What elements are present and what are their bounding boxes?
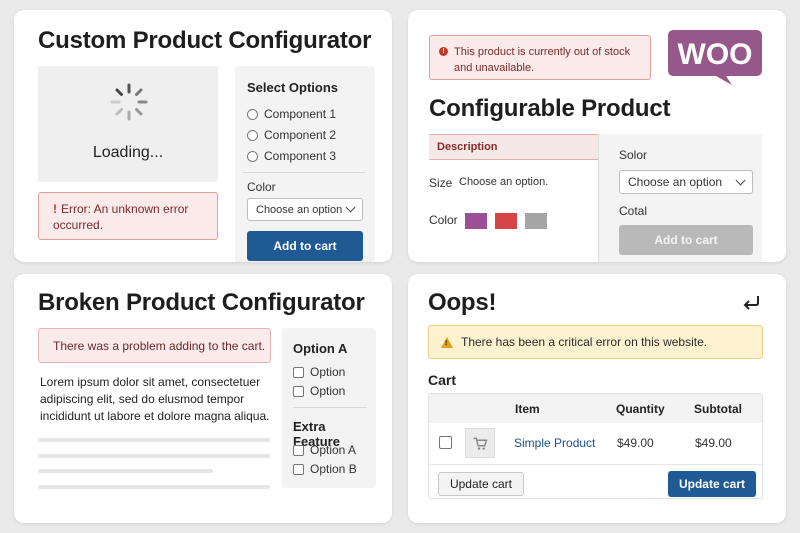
broken-configurator-panel: Broken Product Configurator There was a … (14, 274, 392, 523)
spinner-icon (110, 83, 148, 121)
option-checkbox-2[interactable]: Option (293, 384, 345, 398)
critical-error-notice: ! There has been a critical error on thi… (428, 325, 763, 359)
component-2-radio[interactable]: Component 2 (247, 128, 336, 142)
cotal-label: Cotal (619, 204, 648, 218)
swatch-red[interactable] (495, 213, 517, 229)
notice-text: This product is currently out of stock a… (454, 46, 631, 74)
option-select[interactable]: Choose an option (619, 170, 753, 194)
option-b-checkbox[interactable]: Option B (293, 462, 357, 476)
loading-area: Loading... (38, 66, 218, 182)
row-checkbox[interactable] (439, 436, 452, 449)
configurable-product-panel: ! This product is currently out of stock… (408, 10, 786, 262)
product-link[interactable]: Simple Product (514, 436, 595, 450)
radio-label: Component 1 (264, 107, 337, 121)
page-title: Custom Product Configurator (38, 27, 372, 54)
chevron-down-icon (345, 202, 356, 213)
cart-table: Item Quantity Subtotal Simple Product $4… (428, 393, 763, 499)
add-to-cart-button[interactable]: Add to cart (247, 231, 363, 261)
error-icon: ! (53, 202, 57, 216)
size-label: Size (429, 176, 453, 190)
solor-label: Solor (619, 148, 648, 162)
radio-icon[interactable] (247, 108, 258, 120)
page-title: Broken Product Configurator (38, 289, 365, 316)
options-sidebar: Solor Choose an option Cotal Add to cart (598, 134, 762, 262)
radio-label: Component 2 (264, 128, 337, 142)
page-title: Oops! (428, 289, 497, 316)
option-a-checkbox[interactable]: Option A (293, 443, 356, 457)
option-a-heading: Option A (293, 341, 348, 356)
skeleton-line (38, 469, 213, 473)
skeleton-line (38, 438, 270, 442)
table-row: Simple Product $49.00 $49.00 (429, 423, 762, 465)
component-1-radio[interactable]: Component 1 (247, 107, 336, 121)
quantity-value: $49.00 (617, 436, 654, 450)
select-value: Choose an option (628, 175, 723, 189)
error-text: Error: An unknown error occurred. (53, 202, 189, 232)
swatch-purple[interactable] (465, 213, 487, 229)
error-icon: ! (439, 47, 448, 56)
options-sidebar: Option A Option Option Extra Feature Opt… (282, 328, 376, 488)
size-value: Choose an option. (459, 176, 549, 188)
warning-icon: ! (441, 336, 453, 348)
column-header-item: Item (515, 402, 540, 416)
checkbox-icon[interactable] (293, 385, 304, 397)
description-area: Description Size Choose an option. Color (429, 134, 599, 262)
critical-error-panel: Oops! ! There has been a critical error … (408, 274, 786, 523)
select-value: Choose an option (256, 203, 343, 216)
error-message: ! Error: An unknown error occurred. (38, 192, 218, 240)
checkbox-label: Option (310, 365, 346, 379)
loading-text: Loading... (92, 144, 164, 161)
cart-error-message: There was a problem adding to the cart. (38, 328, 271, 363)
return-icon[interactable] (742, 294, 762, 312)
radio-icon[interactable] (247, 150, 258, 162)
radio-icon[interactable] (247, 129, 258, 141)
column-header-subtotal: Subtotal (694, 402, 742, 416)
skeleton-line (38, 454, 270, 458)
divider (243, 172, 365, 173)
cart-icon (473, 437, 488, 450)
table-header: Item Quantity Subtotal (429, 394, 762, 423)
swatch-gray[interactable] (525, 213, 547, 229)
out-of-stock-notice: ! This product is currently out of stock… (429, 35, 651, 80)
skeleton-line (38, 485, 270, 489)
checkbox-label: Option A (310, 443, 357, 457)
checkbox-icon[interactable] (293, 444, 304, 456)
component-3-radio[interactable]: Component 3 (247, 149, 336, 163)
subtotal-value: $49.00 (695, 436, 732, 450)
woo-logo-text: WOO (678, 38, 753, 71)
woo-logo: WOO (668, 30, 762, 85)
checkbox-icon[interactable] (293, 463, 304, 475)
color-label: Color (429, 213, 458, 227)
notice-text: There has been a critical error on this … (461, 335, 708, 349)
product-thumbnail (465, 428, 495, 458)
add-to-cart-button[interactable]: Add to cart (619, 225, 753, 255)
description-text: Lorem ipsum dolor sit amet, consectetuer… (40, 375, 270, 423)
custom-configurator-panel: Custom Product Configurator Loading... !… (14, 10, 392, 262)
update-cart-button[interactable]: Update cart (668, 471, 756, 497)
divider (293, 407, 367, 408)
update-cart-button-secondary[interactable]: Update cart (438, 472, 524, 496)
column-header-quantity: Quantity (616, 402, 665, 416)
options-heading: Select Options (247, 80, 339, 95)
cart-heading: Cart (428, 372, 457, 388)
checkbox-label: Option (310, 384, 346, 398)
options-sidebar: Select Options Component 1 Component 2 C… (235, 66, 375, 262)
radio-label: Component 3 (264, 149, 337, 163)
page-title: Configurable Product (429, 95, 671, 122)
color-label: Color (247, 180, 276, 194)
checkbox-icon[interactable] (293, 366, 304, 378)
color-select[interactable]: Choose an option (247, 198, 363, 221)
checkbox-label: Option B (310, 462, 357, 476)
tab-description[interactable]: Description (429, 134, 599, 160)
option-checkbox-1[interactable]: Option (293, 365, 345, 379)
chevron-down-icon (735, 175, 746, 185)
